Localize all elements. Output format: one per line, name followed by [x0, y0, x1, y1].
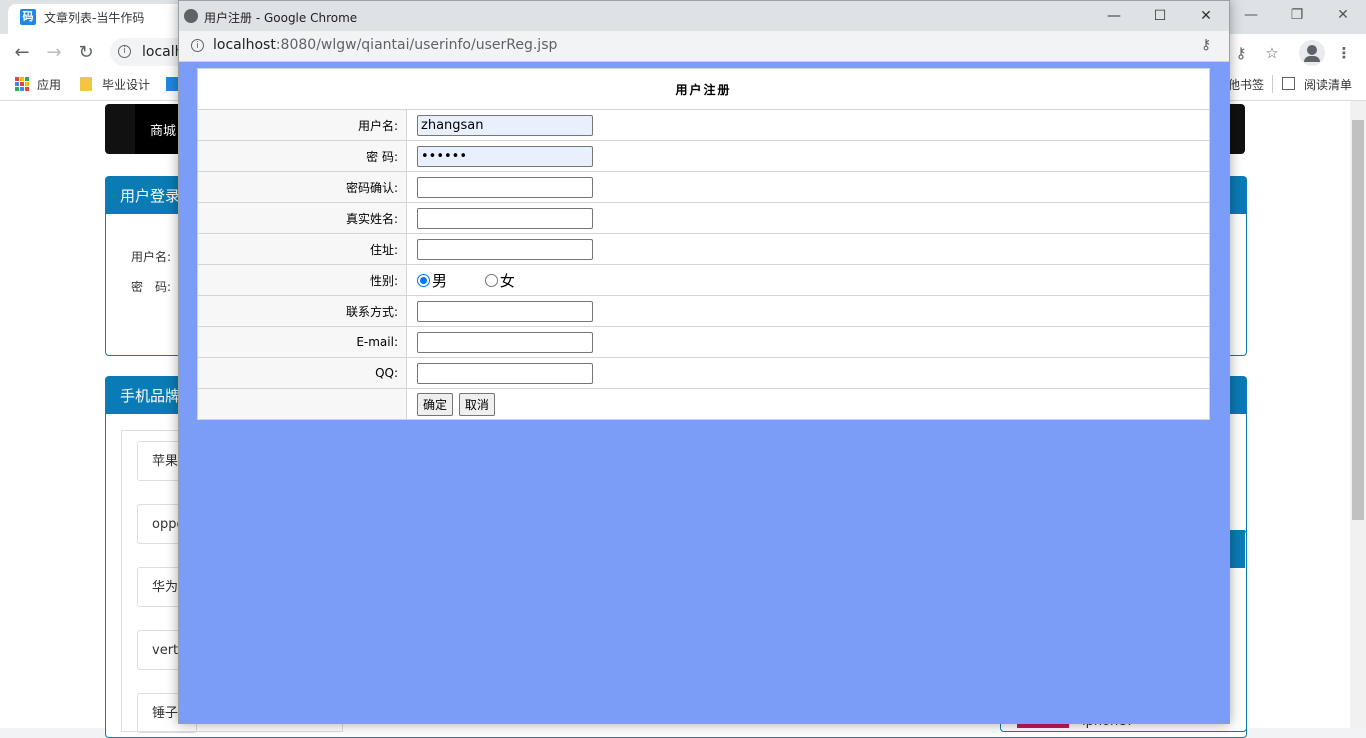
folder-icon	[80, 77, 92, 91]
reading-list-icon	[1282, 77, 1295, 90]
site-favicon-icon: 码	[20, 9, 36, 25]
popup-title: 用户注册 - Google Chrome	[204, 11, 358, 25]
bookmark-divider	[1272, 75, 1273, 93]
popup-url-path: :8080/wlgw/qiantai/userinfo/userReg.jsp	[275, 37, 558, 53]
reload-icon[interactable]: ↻	[73, 40, 99, 66]
popup-minimize-icon[interactable]: —	[1091, 1, 1137, 31]
real-name-input[interactable]	[417, 207, 593, 229]
popup-key-icon[interactable]: ⚷	[1201, 37, 1211, 53]
email-input[interactable]	[417, 331, 593, 353]
real-name-label: 真实姓名:	[197, 202, 407, 234]
popup-url-host: localhost	[213, 37, 276, 53]
address-label: 住址:	[197, 233, 407, 265]
forward-icon[interactable]: →	[41, 40, 67, 66]
registration-popup-window: 用户注册 - Google Chrome — ☐ ✕ i localhost:8…	[178, 0, 1230, 724]
registration-form: 用户注册 用户名: 密 码: 密码确认: 真实姓名: 住址: 性别:	[197, 68, 1210, 420]
apps-grid-icon[interactable]	[15, 77, 29, 91]
username-label: 用户名:	[197, 109, 407, 141]
close-icon[interactable]: ✕	[1320, 0, 1366, 30]
navbar-item-label: 商城	[150, 124, 177, 139]
password-confirm-label: 密码确认:	[197, 171, 407, 203]
popup-maximize-icon[interactable]: ☐	[1137, 1, 1183, 31]
restore-icon[interactable]: ❐	[1274, 0, 1320, 30]
bookmark-apps[interactable]: 应用	[37, 76, 61, 93]
form-heading: 用户注册	[197, 68, 1210, 110]
address-input[interactable]	[417, 238, 593, 260]
popup-close-icon[interactable]: ✕	[1183, 1, 1229, 31]
login-password-label: 密 码:	[131, 280, 172, 294]
popup-url[interactable]: localhost:8080/wlgw/qiantai/userinfo/use…	[213, 37, 557, 53]
cancel-button[interactable]: 取消	[458, 392, 495, 416]
contact-label: 联系方式:	[197, 295, 407, 327]
username-input[interactable]	[417, 114, 593, 136]
contact-input[interactable]	[417, 300, 593, 322]
email-label: E-mail:	[197, 326, 407, 358]
gender-label: 性别:	[197, 264, 407, 296]
login-username-label: 用户名:	[131, 250, 172, 264]
key-icon[interactable]: ⚷	[1228, 40, 1254, 66]
gender-option-male[interactable]: 男	[417, 270, 447, 291]
gender-female-label: 女	[499, 271, 515, 290]
password-label: 密 码:	[197, 140, 407, 172]
info-icon[interactable]: i	[118, 45, 131, 58]
background-tab-title[interactable]: 文章列表-当牛作码	[44, 9, 144, 26]
gender-male-label: 男	[432, 271, 448, 290]
bookmark-graduation-design[interactable]: 毕业设计	[102, 76, 150, 93]
password-confirm-input[interactable]	[417, 176, 593, 198]
bookmark-favicon-icon	[166, 77, 178, 91]
bookmark-other[interactable]: 他书签	[1228, 76, 1264, 93]
back-icon[interactable]: ←	[9, 40, 35, 66]
menu-kebab-icon[interactable]: ⋮	[1331, 40, 1357, 66]
password-input[interactable]	[417, 145, 593, 167]
qq-label: QQ:	[197, 357, 407, 389]
star-icon[interactable]: ☆	[1259, 40, 1285, 66]
qq-input[interactable]	[417, 362, 593, 384]
gender-option-female[interactable]: 女	[484, 270, 515, 291]
globe-icon	[184, 9, 198, 23]
radio-unchecked-icon[interactable]	[484, 273, 498, 287]
buttons-label-cell	[197, 388, 407, 420]
popup-info-icon[interactable]: i	[191, 39, 204, 52]
profile-avatar-icon[interactable]	[1299, 40, 1325, 66]
bookmark-reading-list[interactable]: 阅读清单	[1304, 76, 1352, 93]
minimize-icon[interactable]: —	[1228, 0, 1274, 30]
background-scrollbar-thumb[interactable]	[1352, 120, 1364, 520]
submit-button[interactable]: 确定	[417, 392, 454, 416]
radio-checked-icon[interactable]	[417, 273, 430, 287]
